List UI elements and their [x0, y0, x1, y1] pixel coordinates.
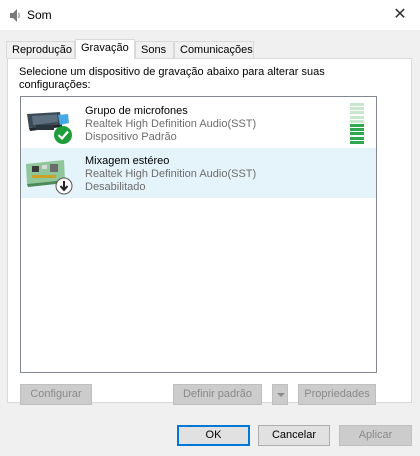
sound-card-icon	[26, 160, 73, 195]
microphone-array-icon	[27, 112, 72, 144]
cancel-label: Cancelar	[271, 429, 317, 441]
close-button[interactable]: ✕	[388, 3, 412, 27]
properties-label: Propriedades	[304, 388, 370, 400]
level-bar	[350, 124, 364, 127]
level-bar	[350, 119, 364, 123]
device-driver: Realtek High Definition Audio(SST)	[85, 118, 257, 130]
title-bar: Som ✕	[0, 0, 420, 30]
level-bar	[350, 115, 364, 119]
chevron-down-icon	[277, 393, 285, 397]
level-bar	[350, 132, 364, 136]
set-default-button[interactable]: Definir padrão	[173, 384, 262, 405]
speaker-icon	[10, 9, 20, 22]
tab-label: Gravação	[81, 42, 129, 54]
input-level-meter	[350, 103, 364, 145]
device-name: Grupo de microfones	[85, 105, 188, 117]
level-bar	[350, 136, 364, 140]
instruction-text: Selecione um dispositivo de gravação aba…	[19, 66, 325, 91]
recording-tab-panel: Selecione um dispositivo de gravação aba…	[7, 58, 412, 405]
ok-button[interactable]: OK	[177, 425, 250, 446]
device-item-stereo-mix[interactable]: Mixagem estéreo Realtek High Definition …	[21, 148, 376, 198]
device-status: Dispositivo Padrão	[85, 131, 177, 143]
level-bar	[350, 128, 364, 132]
window-title: Som	[27, 8, 52, 22]
configure-label: Configurar	[30, 388, 82, 400]
tab-label: Comunicações	[180, 44, 253, 56]
tab-sons[interactable]: Sons	[135, 41, 174, 58]
configure-button[interactable]: Configurar	[20, 384, 92, 405]
apply-button[interactable]: Aplicar	[339, 425, 412, 446]
tab-gravacao[interactable]: Gravação	[75, 39, 135, 59]
level-bar	[350, 107, 364, 111]
recording-device-list[interactable]: Grupo de microfones Realtek High Definit…	[20, 96, 377, 373]
level-bar	[350, 111, 364, 115]
level-bar	[350, 140, 364, 144]
device-name: Mixagem estéreo	[85, 155, 170, 167]
tab-label: Sons	[141, 44, 167, 56]
set-default-dropdown-button[interactable]	[272, 384, 288, 405]
cancel-button[interactable]: Cancelar	[258, 425, 330, 446]
device-driver: Realtek High Definition Audio(SST)	[85, 168, 257, 180]
close-icon: ✕	[393, 6, 407, 23]
device-status: Desabilitado	[85, 181, 146, 193]
device-item-microphone-array[interactable]: Grupo de microfones Realtek High Definit…	[21, 98, 376, 148]
default-check-icon	[54, 126, 72, 144]
properties-button[interactable]: Propriedades	[298, 384, 376, 405]
tab-reproducao[interactable]: Reprodução	[6, 41, 75, 58]
tab-comunicacoes[interactable]: Comunicações	[174, 41, 254, 58]
set-default-label: Definir padrão	[182, 388, 253, 400]
ok-label: OK	[205, 429, 222, 441]
dialog-client-area: Reprodução Gravação Sons Comunicações Se…	[0, 30, 420, 456]
apply-label: Aplicar	[358, 429, 393, 441]
tab-label: Reprodução	[12, 44, 72, 56]
level-bar	[350, 103, 364, 106]
